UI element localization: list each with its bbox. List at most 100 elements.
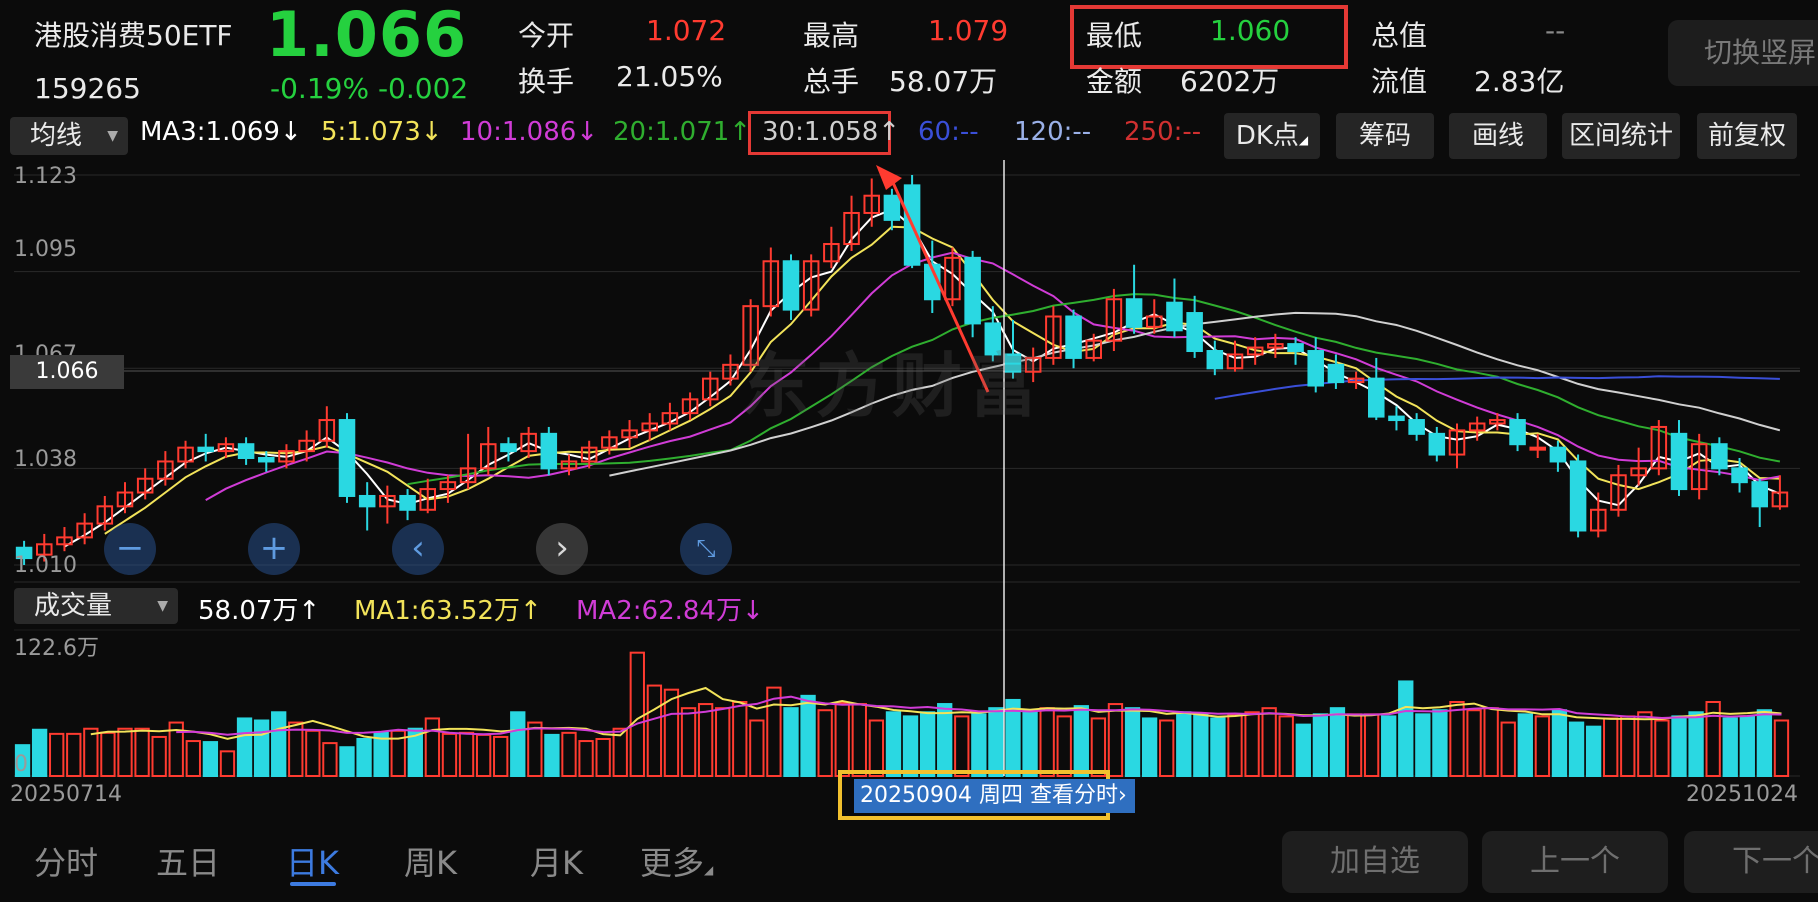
volume-bar — [1346, 713, 1363, 778]
volume-bar — [1688, 711, 1704, 777]
volume-bar — [851, 703, 867, 777]
tab-daily-k[interactable]: 日K — [286, 838, 339, 884]
volume-bar — [544, 733, 560, 777]
volume-bar — [800, 694, 816, 777]
candle-body — [1408, 419, 1425, 435]
volume-bar — [151, 735, 167, 777]
candle-body — [1287, 343, 1304, 353]
volume-bar — [185, 740, 201, 777]
volume-bar — [1671, 715, 1687, 778]
volume-bar — [305, 729, 321, 778]
volume-bar — [134, 727, 150, 777]
tab-more[interactable]: 更多◢ — [640, 838, 713, 884]
annotation-arrowhead — [876, 165, 902, 190]
volume-bar — [1329, 707, 1346, 778]
price-axis-label: 1.095 — [14, 237, 77, 262]
volume-bar — [885, 711, 902, 777]
volume-bar — [971, 713, 987, 778]
volume-bar — [1722, 717, 1738, 777]
candle-body — [1751, 481, 1768, 508]
volume-bar — [117, 727, 133, 777]
previous-button[interactable]: 上一个 — [1482, 831, 1668, 893]
volume-bar — [1022, 709, 1038, 777]
tab-weekly-k[interactable]: 周K — [404, 838, 457, 884]
volume-bars — [14, 651, 1790, 778]
volume-bar — [83, 727, 99, 777]
volume-bar — [1654, 719, 1670, 777]
candle-body — [964, 256, 981, 325]
volume-bar — [937, 703, 953, 777]
volume-indicator-dropdown[interactable]: 成交量 ▼ — [14, 588, 178, 624]
volume-bar — [1381, 715, 1397, 778]
add-watchlist-button[interactable]: 加自选 — [1282, 831, 1468, 893]
candle-body — [1529, 446, 1546, 451]
crosshair-date-label: 20250904 周四 查看分时 — [860, 783, 1118, 808]
volume-bar — [988, 707, 1004, 778]
scroll-right-icon[interactable]: › — [536, 523, 588, 575]
candle-body — [1186, 312, 1203, 353]
scroll-left-icon[interactable]: ‹ — [392, 523, 444, 575]
candle-body — [782, 260, 800, 311]
active-tab-underline — [290, 882, 336, 886]
volume-bar — [1466, 709, 1482, 777]
volume-bar — [1141, 717, 1158, 777]
tab-intraday[interactable]: 分时 — [34, 838, 98, 884]
volume-bar — [646, 684, 663, 778]
tab-monthly-k[interactable]: 月K — [530, 838, 583, 884]
volume-ma1: MA1:63.52万↑ — [354, 596, 542, 626]
volume-value: 58.07万↑ — [198, 596, 321, 626]
volume-bar — [1039, 707, 1055, 778]
kline-chart[interactable] — [0, 0, 1818, 902]
zoom-in-icon[interactable]: + — [248, 523, 300, 575]
volume-bar — [236, 717, 253, 777]
tab-five-day[interactable]: 五日 — [156, 838, 220, 884]
volume-bar — [49, 732, 65, 778]
candle-body — [1065, 315, 1082, 359]
volume-dropdown-label: 成交量 — [34, 591, 113, 621]
volume-axis-zero: 0 — [14, 752, 28, 777]
volume-bar — [1500, 721, 1516, 778]
volume-bar — [715, 707, 731, 778]
volume-bar — [834, 702, 850, 778]
volume-bar — [1107, 703, 1124, 777]
volume-bar — [202, 741, 219, 778]
volume-bar — [1739, 715, 1755, 778]
volume-bar — [902, 715, 919, 778]
volume-bar — [1773, 719, 1790, 777]
candle-body — [1670, 432, 1688, 491]
candle-body — [197, 446, 214, 453]
volume-bar — [1073, 705, 1089, 778]
candle-body — [237, 443, 255, 460]
volume-bar — [458, 731, 475, 778]
collapse-arrows-icon[interactable]: ⤡ — [680, 523, 732, 575]
volume-bar — [493, 735, 509, 777]
volume-bar — [919, 711, 936, 777]
volume-ma2: MA2:62.84万↓ — [576, 596, 764, 626]
volume-bar — [1637, 711, 1653, 777]
tab-more-label: 更多 — [640, 844, 705, 882]
volume-bar — [1176, 711, 1192, 777]
volume-bar — [1295, 723, 1311, 778]
volume-bar — [680, 707, 697, 778]
volume-bar — [629, 651, 645, 778]
next-button[interactable]: 下一个 — [1684, 831, 1818, 893]
volume-bar — [527, 721, 543, 778]
candle-body — [1368, 377, 1385, 418]
volume-bar — [1603, 717, 1619, 777]
volume-bar — [271, 711, 287, 777]
volume-bar — [1483, 707, 1499, 778]
volume-bar — [1244, 711, 1260, 777]
volume-bar — [749, 719, 765, 777]
end-date: 20251024 — [1686, 782, 1798, 807]
volume-bar — [1210, 717, 1226, 777]
volume-bar — [1261, 707, 1277, 778]
crosshair-date-tag[interactable]: 20250904 周四 查看分时› — [854, 779, 1135, 813]
volume-bar — [1432, 709, 1448, 777]
ma60-line — [1214, 375, 1780, 400]
volume-bar — [1398, 680, 1414, 777]
zoom-out-icon[interactable]: − — [104, 523, 156, 575]
candle-body — [1327, 363, 1345, 384]
volume-bar — [1568, 721, 1585, 778]
volume-bar — [1551, 709, 1568, 777]
volume-bar — [868, 719, 885, 777]
